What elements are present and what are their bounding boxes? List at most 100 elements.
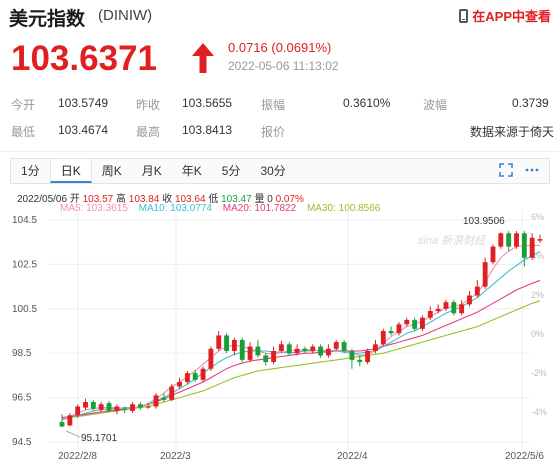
candle-body — [482, 262, 488, 287]
candle-body — [255, 346, 261, 356]
stats-row-2: 最低 103.4674 最高 103.8413 报价 数据来源于倚天 — [0, 117, 559, 144]
y-right-tick-label: 6% — [531, 212, 544, 222]
candle-body — [357, 359, 363, 363]
x-tick-label: 2022/5/6 — [505, 451, 544, 461]
candle-body — [435, 308, 441, 312]
quote-time: 2022-05-06 11:13:02 — [228, 59, 339, 73]
y-tick-label: 102.5 — [12, 259, 37, 270]
candle-body — [247, 346, 253, 360]
candle-body — [467, 295, 472, 305]
candle-body — [286, 344, 292, 354]
volatility-value: 0.3739 — [512, 96, 549, 110]
low-value: 103.4674 — [58, 123, 109, 137]
current-price: 103.6371 — [11, 39, 157, 78]
price-change: 0.0716 (0.0691%) — [228, 40, 332, 55]
candle-body — [153, 395, 159, 407]
y-right-tick-label: -4% — [531, 407, 547, 417]
candle-body — [310, 346, 316, 351]
volatility-label: 波幅 — [423, 98, 448, 112]
candle-body — [521, 233, 527, 258]
ma5-line — [61, 244, 541, 421]
candle-body — [427, 311, 433, 318]
x-tick-label: 2022/2/8 — [58, 451, 97, 461]
candle-body — [412, 319, 418, 329]
candle-body — [184, 373, 190, 383]
fullscreen-icon[interactable] — [499, 163, 513, 177]
prev-close-value: 103.5655 — [182, 96, 233, 110]
candle-body — [122, 408, 128, 410]
candle-body — [537, 239, 543, 241]
phone-icon — [459, 8, 469, 23]
stats-row-1: 今开 103.5749 昨收 103.5655 振幅 0.3610% 波幅 0.… — [0, 90, 559, 117]
candle-body — [341, 342, 347, 351]
ma10-line — [61, 251, 541, 421]
stats-grid: 今开 103.5749 昨收 103.5655 振幅 0.3610% 波幅 0.… — [0, 90, 559, 144]
y-tick-label: 94.5 — [12, 437, 32, 448]
candle-body — [278, 344, 284, 351]
y-right-tick-label: 0% — [531, 329, 544, 339]
candle-body — [529, 237, 535, 258]
candle-body — [388, 331, 394, 334]
y-tick-label: 104.5 — [12, 215, 37, 226]
sina-watermark: sina 新浪财经 — [418, 235, 486, 247]
candle-body — [451, 302, 457, 314]
candle-body — [83, 402, 88, 408]
tab-30min[interactable]: 30分 — [250, 159, 295, 183]
candle-body — [294, 348, 300, 354]
open-value: 103.5749 — [58, 96, 109, 110]
divider — [0, 151, 559, 152]
candle-body — [114, 406, 120, 411]
x-tick-label: 2022/4 — [337, 451, 368, 461]
tab-5min[interactable]: 5分 — [212, 159, 251, 183]
low-label: 最低 — [11, 125, 36, 139]
y-tick-label: 100.5 — [12, 304, 37, 315]
min-annotation: 95.1701 — [81, 433, 118, 444]
prev-close-label: 昨收 — [136, 98, 161, 112]
candle-body — [420, 317, 425, 329]
chart-tools — [499, 163, 539, 177]
x-tick-label: 2022/3 — [160, 451, 191, 461]
candle-body — [67, 415, 73, 426]
candle-body — [302, 348, 308, 351]
candle-body — [506, 233, 512, 247]
max-annotation: 103.9506 — [463, 216, 505, 227]
high-value: 103.8413 — [182, 123, 233, 137]
candle-body — [59, 422, 65, 427]
quote-source-value: 数据来源于倚天 — [470, 125, 555, 139]
candle-body — [498, 233, 504, 247]
tab-1min[interactable]: 1分 — [11, 159, 50, 183]
candle-body — [90, 402, 96, 409]
candle-body — [514, 233, 519, 247]
candle-body — [177, 382, 182, 387]
y-right-tick-label: 2% — [531, 290, 544, 300]
candle-body — [169, 386, 175, 400]
tab-monthly-k[interactable]: 月K — [132, 159, 172, 183]
header: 美元指数 (DINIW) 在APP中查看 — [0, 0, 559, 30]
candle-body — [318, 346, 324, 356]
candle-body — [271, 350, 277, 363]
y-right-tick-label: -2% — [531, 368, 547, 378]
tab-weekly-k[interactable]: 周K — [92, 159, 132, 183]
up-arrow-icon — [192, 43, 214, 73]
candle-body — [380, 331, 386, 345]
candle-body — [325, 348, 331, 356]
candle-body — [231, 339, 237, 351]
candle-body — [98, 404, 104, 410]
tab-yearly-k[interactable]: 年K — [172, 159, 212, 183]
symbol-code: (DINIW) — [98, 7, 153, 24]
quote-panel: 103.6371 0.0716 (0.0691%) 2022-05-06 11:… — [0, 30, 559, 80]
candle-body — [373, 344, 378, 351]
open-label: 今开 — [11, 98, 36, 112]
high-label: 最高 — [136, 125, 161, 139]
period-tabs: 1分 日K 周K 月K 年K 5分 30分 — [10, 158, 550, 184]
candle-body — [459, 304, 465, 314]
tab-daily-k[interactable]: 日K — [49, 159, 92, 183]
more-options-icon[interactable] — [525, 163, 539, 177]
open-in-app-link[interactable]: 在APP中查看 — [459, 6, 551, 25]
candle-body — [349, 350, 355, 360]
ma30-line — [61, 300, 541, 420]
open-in-app-label: 在APP中查看 — [472, 9, 551, 24]
y-tick-label: 98.5 — [12, 348, 32, 359]
candle-body — [396, 324, 402, 334]
candle-body — [200, 368, 206, 380]
